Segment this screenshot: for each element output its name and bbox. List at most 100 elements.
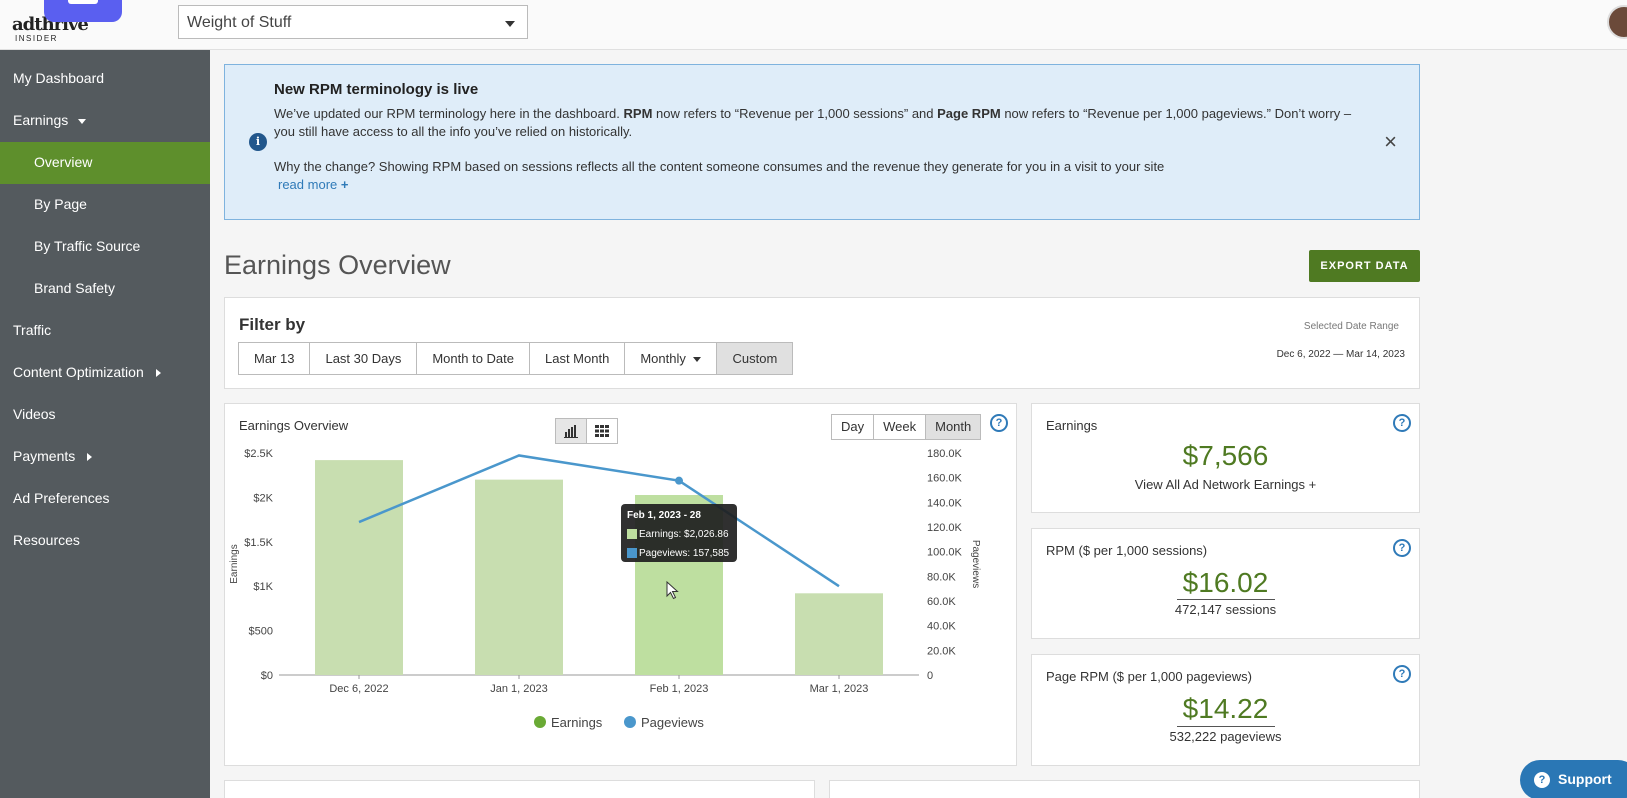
date-range-label: Selected Date Range bbox=[1303, 321, 1399, 332]
pageviews-point bbox=[675, 476, 683, 485]
sidebar-item-label: Brand Safety bbox=[34, 280, 115, 296]
sidebar-item-ad-preferences[interactable]: Ad Preferences bbox=[0, 478, 210, 520]
read-more-label: read more bbox=[278, 177, 338, 192]
divider bbox=[1177, 599, 1275, 600]
sidebar-item-label: Resources bbox=[13, 532, 80, 548]
help-icon[interactable]: ? bbox=[1393, 414, 1411, 432]
sidebar-item-label: Content Optimization bbox=[13, 364, 144, 380]
page-rpm-card: Page RPM ($ per 1,000 pageviews) ? $14.2… bbox=[1031, 654, 1420, 766]
sidebar-item-label: Ad Preferences bbox=[13, 490, 110, 506]
pageviews-count: 532,222 pageviews bbox=[1169, 729, 1282, 744]
notice-page-rpm-term: Page RPM bbox=[937, 106, 1001, 121]
y-tick-label: $1K bbox=[253, 581, 273, 593]
tooltip-pageviews: Pageviews: 157,585 bbox=[639, 548, 730, 559]
sidebar-item-videos[interactable]: Videos bbox=[0, 394, 210, 436]
card-label: Earnings bbox=[1046, 418, 1098, 433]
earnings-bar bbox=[475, 479, 563, 675]
y-tick-label: $2K bbox=[253, 492, 273, 504]
close-icon[interactable]: × bbox=[1384, 131, 1397, 153]
y2-tick-label: 40.0K bbox=[927, 621, 956, 633]
filter-last-month-button[interactable]: Last Month bbox=[529, 342, 626, 375]
earnings-card: Earnings ? $7,566 View All Ad Network Ea… bbox=[1031, 403, 1420, 513]
table-grid-icon[interactable] bbox=[586, 418, 618, 444]
y2-tick-label: 20.0K bbox=[927, 645, 956, 657]
period-week-button[interactable]: Week bbox=[873, 414, 927, 440]
sidebar-item-content-optimization[interactable]: Content Optimization bbox=[0, 352, 210, 394]
sidebar-item-resources[interactable]: Resources bbox=[0, 520, 210, 562]
support-button[interactable]: ? Support bbox=[1520, 760, 1627, 798]
period-day-button[interactable]: Day bbox=[831, 414, 875, 440]
y2-axis-title: Pageviews bbox=[970, 540, 981, 588]
y-tick-label: $0 bbox=[261, 670, 273, 682]
filter-label: Filter by bbox=[239, 315, 306, 334]
legend-label: Pageviews bbox=[641, 715, 704, 730]
x-tick-label: Mar 1, 2023 bbox=[810, 683, 869, 695]
page-rpm-value: $14.22 bbox=[1182, 693, 1269, 724]
bar-chart-icon[interactable] bbox=[555, 418, 587, 444]
logo-subtext: INSIDER bbox=[15, 34, 58, 43]
notice-body-text: We’ve updated our RPM terminology here i… bbox=[274, 106, 624, 121]
avatar[interactable] bbox=[1607, 5, 1627, 39]
earnings-value: $7,566 bbox=[1182, 440, 1269, 471]
y2-tick-label: 120.0K bbox=[927, 522, 963, 534]
sidebar-item-label: Traffic bbox=[13, 322, 52, 338]
tooltip-pageviews-swatch bbox=[627, 548, 637, 558]
filter-custom-button[interactable]: Custom bbox=[716, 342, 794, 375]
mouse-cursor-icon bbox=[666, 580, 679, 600]
chart-tooltip bbox=[621, 504, 737, 562]
y2-tick-label: 180.0K bbox=[927, 448, 963, 460]
legend-marker bbox=[624, 716, 636, 728]
sidebar-item-label: By Page bbox=[34, 196, 87, 212]
site-select[interactable]: Weight of Stuff bbox=[178, 5, 528, 39]
card-label: RPM ($ per 1,000 sessions) bbox=[1046, 543, 1208, 558]
filter-mar-13-button[interactable]: Mar 13 bbox=[238, 342, 311, 375]
card-label: Page RPM ($ per 1,000 pageviews) bbox=[1046, 669, 1252, 684]
sidebar-item-earnings[interactable]: Earnings bbox=[0, 100, 210, 142]
y-tick-label: $500 bbox=[249, 626, 273, 638]
plus-icon: + bbox=[340, 177, 349, 192]
export-data-button[interactable]: EXPORT DATA bbox=[1309, 250, 1420, 282]
sidebar-item-my-dashboard[interactable]: My Dashboard bbox=[0, 58, 210, 100]
view-all-ad-network-link[interactable]: View All Ad Network Earnings + bbox=[1032, 477, 1419, 492]
date-filter-group: Mar 13 Last 30 Days Month to Date Last M… bbox=[238, 342, 794, 375]
rpm-notice-banner: i New RPM terminology is live We’ve upda… bbox=[224, 64, 1420, 220]
sidebar-item-label: Payments bbox=[13, 448, 76, 464]
sidebar-item-label: Earnings bbox=[13, 112, 69, 128]
caret-right-icon bbox=[155, 369, 161, 378]
y2-tick-label: 160.0K bbox=[927, 473, 963, 485]
caret-down-icon bbox=[78, 118, 87, 124]
revenue-traffic-panel bbox=[224, 780, 815, 798]
y-axis-title: Earnings bbox=[229, 544, 240, 583]
sidebar-item-payments[interactable]: Payments bbox=[0, 436, 210, 478]
support-label: Support bbox=[1558, 771, 1612, 787]
filter-last-30-days-button[interactable]: Last 30 Days bbox=[309, 342, 418, 375]
notice-why: Why the change? Showing RPM based on ses… bbox=[274, 159, 1165, 174]
notice-body: We’ve updated our RPM terminology here i… bbox=[274, 105, 1374, 141]
help-icon[interactable]: ? bbox=[990, 414, 1008, 432]
period-month-button[interactable]: Month bbox=[925, 414, 982, 440]
filter-monthly-label: Monthly bbox=[640, 351, 686, 366]
help-icon[interactable]: ? bbox=[1393, 539, 1411, 557]
earnings-by-device-panel bbox=[829, 780, 1420, 798]
rpm-card: RPM ($ per 1,000 sessions) ? $16.02 472,… bbox=[1031, 528, 1420, 639]
caret-down-icon bbox=[693, 357, 702, 363]
sidebar-item-by-page[interactable]: By Page bbox=[0, 184, 210, 226]
x-tick-label: Feb 1, 2023 bbox=[650, 683, 709, 695]
date-range-value: Dec 6, 2022 — Mar 14, 2023 bbox=[1276, 349, 1405, 360]
help-icon[interactable]: ? bbox=[1393, 665, 1411, 683]
read-more-link[interactable]: read more + bbox=[278, 177, 348, 192]
chart-view-toggle bbox=[555, 418, 618, 444]
sidebar-item-by-traffic-source[interactable]: By Traffic Source bbox=[0, 226, 210, 268]
earnings-chart: $0 $500 $1K $1.5K $2K $2.5K 0 20.0K 40.0K 60.0K 80… bbox=[229, 448, 981, 730]
sidebar-item-traffic[interactable]: Traffic bbox=[0, 310, 210, 352]
y-tick-label: $2.5K bbox=[244, 448, 273, 460]
divider bbox=[1177, 726, 1275, 727]
y-tick-label: $1.5K bbox=[244, 537, 273, 549]
filter-month-to-date-button[interactable]: Month to Date bbox=[416, 342, 530, 375]
sidebar-item-brand-safety[interactable]: Brand Safety bbox=[0, 268, 210, 310]
filter-monthly-dropdown[interactable]: Monthly bbox=[624, 342, 718, 375]
sidebar-item-overview[interactable]: Overview bbox=[0, 142, 210, 184]
sidebar-item-label: Overview bbox=[34, 154, 93, 170]
rpm-value: $16.02 bbox=[1182, 567, 1269, 598]
sessions-count: 472,147 sessions bbox=[1174, 602, 1277, 617]
